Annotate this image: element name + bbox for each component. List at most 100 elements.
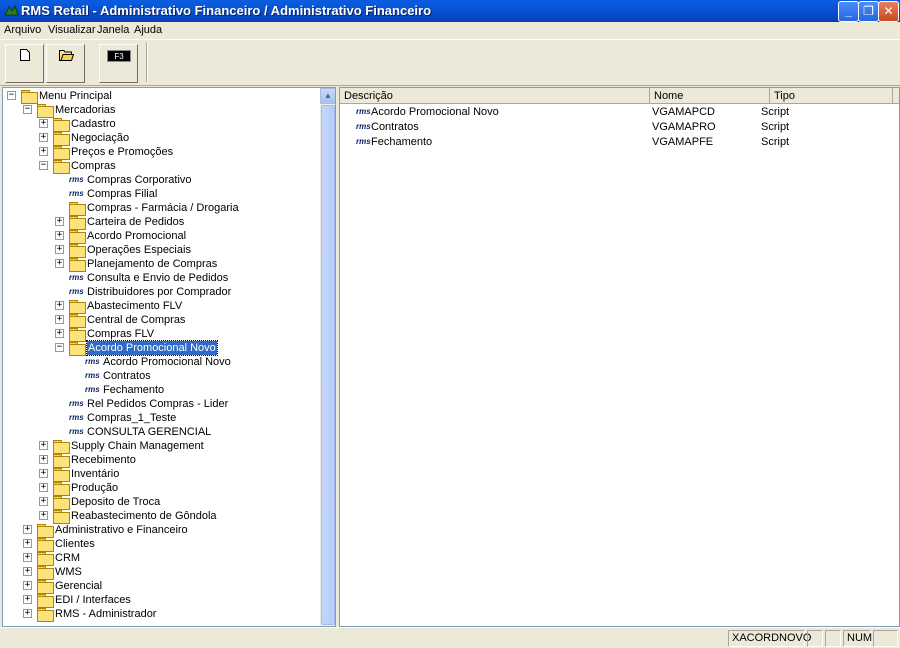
expand-icon[interactable]: + <box>39 469 48 478</box>
list-item[interactable]: rms Contratos VGAMAPRO Script <box>340 120 899 135</box>
folder-icon <box>69 328 86 342</box>
script-icon: rms <box>69 175 84 184</box>
tree-node[interactable]: + Central de Compras <box>3 313 319 328</box>
list-item[interactable]: rms Acordo Promocional Novo VGAMAPCD Script <box>340 105 899 120</box>
tree-node-label: Compras_1_Teste <box>87 412 177 424</box>
cell-descricao: Acordo Promocional Novo <box>371 106 499 118</box>
tree-node-label: Deposito de Troca <box>71 496 161 508</box>
expand-icon[interactable]: + <box>23 525 32 534</box>
list-item[interactable]: rms Fechamento VGAMAPFE Script <box>340 135 899 150</box>
menu-janela[interactable]: Janela <box>97 24 129 36</box>
tree-node-label: Supply Chain Management <box>71 440 204 452</box>
tree-node[interactable]: + Negociação <box>3 131 319 146</box>
tree-node[interactable]: + RMS - Administrador <box>3 607 319 622</box>
maximize-button[interactable]: ❐ <box>858 1 879 22</box>
expand-icon[interactable]: + <box>39 119 48 128</box>
tree-node[interactable]: rms Compras Corporativo <box>3 173 319 187</box>
minimize-button[interactable]: _ <box>838 1 859 22</box>
tree-node[interactable]: rms Compras_1_Teste <box>3 411 319 425</box>
expand-icon[interactable]: + <box>23 553 32 562</box>
tree-node[interactable]: rms Contratos <box>3 369 319 383</box>
folder-icon <box>69 216 86 230</box>
tree-node[interactable]: + Administrativo e Financeiro <box>3 523 319 538</box>
tree-node[interactable]: + CRM <box>3 551 319 566</box>
tree-node[interactable]: + Compras FLV <box>3 327 319 342</box>
collapse-icon[interactable]: − <box>7 91 16 100</box>
menu-bar: Arquivo Visualizar Janela Ajuda <box>0 22 900 39</box>
expand-icon[interactable]: + <box>39 133 48 142</box>
tree-scrollbar[interactable]: ▲ <box>320 88 335 626</box>
close-button[interactable]: ✕ <box>878 1 899 22</box>
tree-node[interactable]: − Compras <box>3 159 319 174</box>
tree-node[interactable]: rms CONSULTA GERENCIAL <box>3 425 319 439</box>
tree-node-label: Compras - Farmácia / Drogaria <box>87 202 239 214</box>
tree-node[interactable]: − Menu Principal <box>3 89 319 104</box>
expand-icon[interactable]: + <box>55 259 64 268</box>
tree-node[interactable]: rms Acordo Promocional Novo <box>3 355 319 369</box>
expand-icon[interactable]: + <box>23 595 32 604</box>
tree-node[interactable]: + Operações Especiais <box>3 243 319 258</box>
title-bar[interactable]: RMS Retail - Administrativo Financeiro /… <box>0 0 900 22</box>
column-descricao[interactable]: Descrição <box>340 88 650 104</box>
menu-arquivo[interactable]: Arquivo <box>4 24 41 36</box>
f3-button[interactable]: F3 <box>99 44 138 83</box>
tree-node[interactable]: Compras - Farmácia / Drogaria <box>3 201 319 216</box>
collapse-icon[interactable]: − <box>55 343 64 352</box>
tree-node[interactable]: rms Consulta e Envio de Pedidos <box>3 271 319 285</box>
tree-node[interactable]: + Recebimento <box>3 453 319 468</box>
menu-ajuda[interactable]: Ajuda <box>134 24 162 36</box>
expand-icon[interactable]: + <box>39 497 48 506</box>
tree-node[interactable]: rms Rel Pedidos Compras - Lider <box>3 397 319 411</box>
tree-node[interactable]: rms Compras Filial <box>3 187 319 201</box>
expand-icon[interactable]: + <box>55 231 64 240</box>
open-button[interactable] <box>46 44 85 83</box>
expand-icon[interactable]: + <box>55 315 64 324</box>
tree-node[interactable]: + Acordo Promocional <box>3 229 319 244</box>
tree-node[interactable]: − Mercadorias <box>3 103 319 118</box>
menu-tree[interactable]: − Menu Principal − Mercadorias + Cadastro + Neg… <box>2 87 336 627</box>
expand-icon[interactable]: + <box>23 609 32 618</box>
expand-icon[interactable]: + <box>55 217 64 226</box>
expand-icon[interactable]: + <box>39 455 48 464</box>
tree-node[interactable]: + Deposito de Troca <box>3 495 319 510</box>
tree-node[interactable]: + Clientes <box>3 537 319 552</box>
tree-node[interactable]: rms Fechamento <box>3 383 319 397</box>
expand-icon[interactable]: + <box>55 329 64 338</box>
tree-node[interactable]: rms Distribuidores por Comprador <box>3 285 319 299</box>
column-nome[interactable]: Nome <box>650 88 770 104</box>
menu-visualizar[interactable]: Visualizar <box>48 24 96 36</box>
tree-node[interactable]: − Acordo Promocional Novo <box>3 340 319 356</box>
expand-icon[interactable]: + <box>23 539 32 548</box>
expand-icon[interactable]: + <box>39 511 48 520</box>
tree-node[interactable]: + Produção <box>3 481 319 496</box>
expand-icon[interactable]: + <box>39 483 48 492</box>
expand-icon[interactable]: + <box>23 581 32 590</box>
scroll-up-arrow-icon[interactable]: ▲ <box>320 88 335 104</box>
tree-node-label: Fechamento <box>103 384 165 396</box>
tree-node[interactable]: + EDI / Interfaces <box>3 593 319 608</box>
tree-node-label: Inventário <box>71 468 120 480</box>
tree-node[interactable]: + Abastecimento FLV <box>3 299 319 314</box>
collapse-icon[interactable]: − <box>23 105 32 114</box>
expand-icon[interactable]: + <box>55 301 64 310</box>
tree-node[interactable]: + Carteira de Pedidos <box>3 215 319 230</box>
toolbar-separator <box>146 42 148 82</box>
item-list[interactable]: Descrição Nome Tipo rms Acordo Promociona… <box>339 87 900 627</box>
tree-node[interactable]: + Preços e Promoções <box>3 145 319 160</box>
tree-node[interactable]: + Inventário <box>3 467 319 482</box>
tree-node[interactable]: + Gerencial <box>3 579 319 594</box>
expand-icon[interactable]: + <box>39 147 48 156</box>
collapse-icon[interactable]: − <box>39 161 48 170</box>
expand-icon[interactable]: + <box>39 441 48 450</box>
tree-node[interactable]: + Supply Chain Management <box>3 439 319 454</box>
tree-node-label: Compras FLV <box>87 328 155 340</box>
column-tipo[interactable]: Tipo <box>770 88 893 104</box>
scroll-thumb[interactable] <box>321 105 335 625</box>
expand-icon[interactable]: + <box>55 245 64 254</box>
tree-node[interactable]: + Reabastecimento de Gôndola <box>3 509 319 524</box>
expand-icon[interactable]: + <box>23 567 32 576</box>
tree-node[interactable]: + Planejamento de Compras <box>3 257 319 272</box>
new-button[interactable] <box>5 44 44 83</box>
tree-node[interactable]: + WMS <box>3 565 319 580</box>
tree-node[interactable]: + Cadastro <box>3 117 319 132</box>
